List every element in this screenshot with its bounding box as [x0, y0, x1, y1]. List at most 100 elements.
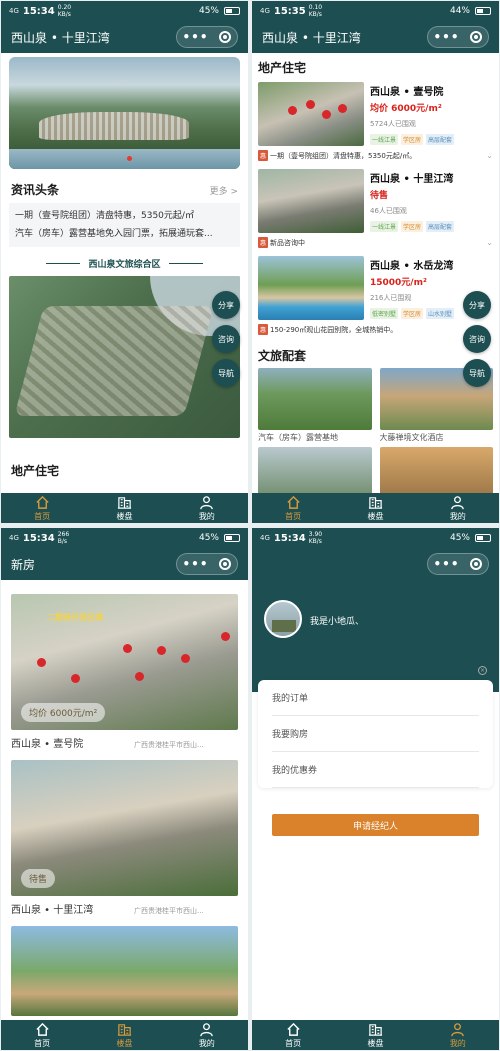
tab-mine[interactable]: 我的: [417, 493, 499, 523]
page-title: 西山泉 • 十里江湾: [11, 30, 110, 45]
nav-bar: 新房 •••: [1, 548, 248, 580]
home-icon: [286, 495, 301, 510]
property-card[interactable]: 待售 西山泉 • 十里江湾 广西贵港桂平市西山...: [11, 760, 238, 916]
tab-home[interactable]: 首页: [252, 493, 334, 523]
apply-agent-button[interactable]: 申请经纪人: [272, 814, 479, 836]
user-icon: [450, 1022, 465, 1037]
map-section-title: 西山泉文旅综合区: [1, 257, 248, 270]
tab-home[interactable]: 首页: [1, 493, 83, 523]
consult-button[interactable]: 咨询: [212, 325, 240, 353]
building-icon: [117, 495, 132, 510]
user-icon: [199, 495, 214, 510]
close-circle-icon[interactable]: ×: [478, 666, 487, 675]
tab-home[interactable]: 首页: [252, 1020, 334, 1050]
news-more-link[interactable]: 更多 >: [210, 184, 238, 197]
menu-item-orders[interactable]: 我的订单: [272, 680, 479, 716]
chevron-down-icon[interactable]: ⌄: [486, 238, 493, 247]
news-item[interactable]: 一期（壹号院组团）清盘特惠，5350元起/㎡: [15, 207, 234, 225]
home-scrolled-screen: 4G 15:35 0.10 KB/s 44% 西山泉 • 十里江湾 ••• 地产住…: [252, 1, 499, 523]
avatar[interactable]: [264, 600, 302, 638]
tab-bar: 首页 楼盘 我的: [1, 1020, 248, 1050]
tab-properties[interactable]: 楼盘: [334, 1020, 416, 1050]
close-miniprogram-icon[interactable]: [219, 558, 232, 570]
property-address: 广西贵港桂平市西山...: [134, 907, 204, 915]
tab-properties[interactable]: 楼盘: [334, 493, 416, 523]
miniprogram-capsule[interactable]: •••: [176, 26, 238, 48]
price-badge: 待售: [21, 869, 56, 888]
price-badge: 均价 6000元/m²: [21, 703, 106, 722]
hero-banner[interactable]: [9, 57, 240, 169]
miniprogram-capsule[interactable]: •••: [427, 26, 489, 48]
property-image: [258, 169, 364, 233]
status-bar: 4G 15:34 3.90 KB/s 45%: [252, 528, 499, 548]
tab-properties[interactable]: 楼盘: [83, 493, 165, 523]
property-card-image: 二期待开发区域 均价 6000元/m²: [11, 594, 238, 730]
home-screen: 4G 15:34 0.20 KB/s 45% 西山泉 • 十里江湾 ••• 资讯头…: [1, 1, 248, 523]
user-name: 我是小地瓜、: [310, 617, 365, 627]
tab-mine[interactable]: 我的: [166, 1020, 248, 1050]
tab-home[interactable]: 首页: [1, 1020, 83, 1050]
close-miniprogram-icon[interactable]: [470, 31, 483, 43]
share-button[interactable]: 分享: [212, 291, 240, 319]
tab-mine[interactable]: 我的: [417, 1020, 499, 1050]
battery-icon: [224, 7, 240, 15]
user-icon: [450, 495, 465, 510]
menu-item-coupons[interactable]: 我的优惠券: [272, 752, 479, 788]
home-icon: [35, 1022, 50, 1037]
property-item[interactable]: 西山泉 • 壹号院 均价 6000元/m² 5724人已围观 一线江景 学区房 …: [252, 78, 499, 148]
close-miniprogram-icon[interactable]: [219, 31, 232, 43]
tab-mine[interactable]: 我的: [166, 493, 248, 523]
news-list: 一期（壹号院组团）清盘特惠，5350元起/㎡ 汽车（房车）露营基地免入园门票，拓…: [9, 203, 240, 247]
nav-bar: 西山泉 • 十里江湾 •••: [1, 21, 248, 53]
area-map[interactable]: [9, 276, 240, 438]
chevron-down-icon[interactable]: ⌄: [486, 151, 493, 160]
nav-bar: •••: [252, 548, 499, 580]
miniprogram-capsule[interactable]: •••: [176, 553, 238, 575]
building-icon: [368, 1022, 383, 1037]
property-notice: 惠一期（壹号院组团）清盘特惠，5350元起/㎡。 ⌄: [258, 150, 493, 161]
battery-icon: [224, 534, 240, 542]
property-address: 广西贵港桂平市西山...: [134, 741, 204, 749]
float-actions: 分享 咨询 导航: [212, 291, 240, 387]
more-dots-icon[interactable]: •••: [433, 557, 459, 571]
building-icon: [117, 1022, 132, 1037]
close-miniprogram-icon[interactable]: [470, 558, 483, 570]
battery-icon: [475, 534, 491, 542]
new-houses-screen: 4G 15:34 266 B/s 45% 新房 ••• 二期待开发区域 均价 6…: [1, 528, 248, 1050]
profile-header: 我是小地瓜、: [252, 580, 499, 692]
property-notice: 惠 150-290㎡观山花园别院，全城热销中。: [258, 324, 398, 335]
miniprogram-capsule[interactable]: •••: [427, 553, 489, 575]
more-dots-icon[interactable]: •••: [182, 557, 208, 571]
property-item[interactable]: 西山泉 • 十里江湾 待售 46人已围观 一线江景 学区房 高层配套: [252, 165, 499, 235]
culture-item[interactable]: 汽车（房车）露营基地: [258, 368, 372, 443]
culture-section-title: 文旅配套: [258, 349, 307, 363]
news-item[interactable]: 汽车（房车）露营基地免入园门票，拓展通玩套...: [15, 225, 234, 243]
tab-bar: 首页 楼盘 我的: [1, 493, 248, 523]
more-dots-icon[interactable]: •••: [182, 30, 208, 44]
consult-button[interactable]: 咨询: [463, 325, 491, 353]
tab-properties[interactable]: 楼盘: [83, 1020, 165, 1050]
home-icon: [286, 1022, 301, 1037]
navigate-button[interactable]: 导航: [463, 359, 491, 387]
status-time: 15:34: [22, 5, 55, 17]
more-dots-icon[interactable]: •••: [433, 30, 459, 44]
home-icon: [35, 495, 50, 510]
property-notice: 惠新品咨询中 ⌄: [258, 237, 493, 248]
profile-menu: 我的订单 我要购房 我的优惠券: [258, 680, 493, 788]
share-button[interactable]: 分享: [463, 291, 491, 319]
property-card[interactable]: 二期待开发区域 均价 6000元/m² 西山泉 • 壹号院 广西贵港桂平市西山.…: [11, 594, 238, 750]
status-bar: 4G 15:34 266 B/s 45%: [1, 528, 248, 548]
status-bar: 4G 15:35 0.10 KB/s 44%: [252, 1, 499, 21]
property-card-image: [11, 926, 238, 1016]
property-item[interactable]: 西山泉 • 水岳龙湾 15000元/m² 216人已围观 低密别墅 学区房 山水…: [252, 252, 499, 322]
profile-screen: 4G 15:34 3.90 KB/s 45% ••• 我是小地瓜、 × 我的订单 …: [252, 528, 499, 1050]
zone-overlay-label: 二期待开发区域: [47, 613, 103, 622]
navigate-button[interactable]: 导航: [212, 359, 240, 387]
page-title: 西山泉 • 十里江湾: [262, 30, 361, 45]
property-image: [258, 82, 364, 146]
menu-item-buy-house[interactable]: 我要购房: [272, 716, 479, 752]
culture-grid: 汽车（房车）露营基地 大藤禅境文化酒店: [252, 364, 499, 513]
property-card[interactable]: [11, 926, 238, 1016]
tab-bar: 首页 楼盘 我的: [252, 493, 499, 523]
nav-bar: 西山泉 • 十里江湾 •••: [252, 21, 499, 53]
